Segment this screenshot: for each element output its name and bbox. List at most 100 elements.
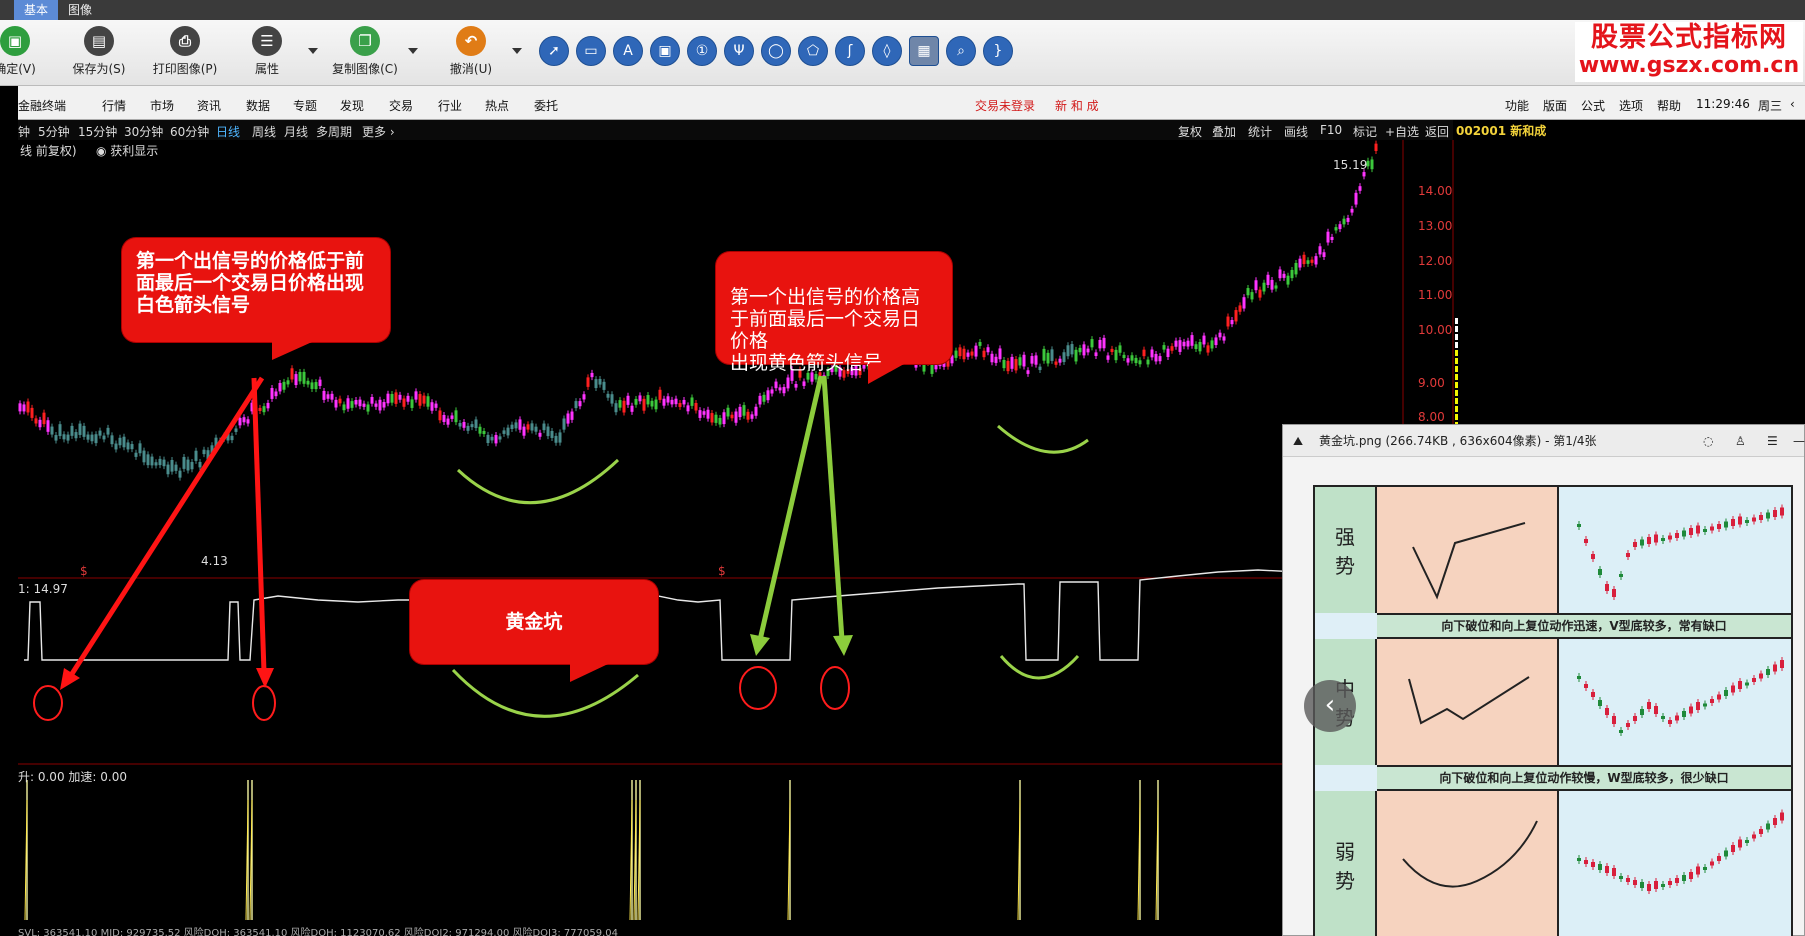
share-icon[interactable]: ◌ — [1703, 425, 1713, 457]
menu-data[interactable]: 数据 — [246, 97, 270, 114]
candle-body — [1250, 292, 1254, 300]
previous-image-button[interactable]: ‹ — [1304, 680, 1356, 732]
overlay-button[interactable]: 叠加 — [1212, 123, 1236, 140]
text-tool-icon[interactable]: A — [613, 36, 643, 66]
period-30min[interactable]: 30分钟 — [124, 123, 163, 140]
tab-basic[interactable]: 基本 — [14, 0, 59, 20]
mini-body — [1745, 840, 1749, 843]
menu-terminal[interactable]: 金融终端 — [18, 97, 66, 114]
candle-body — [674, 398, 678, 405]
menu-industry[interactable]: 行业 — [438, 97, 462, 114]
login-status[interactable]: 交易未登录 — [975, 97, 1035, 114]
candle-body — [1310, 259, 1314, 263]
menu-entrust[interactable]: 委托 — [534, 97, 558, 114]
arrow-tool-icon[interactable]: ➚ — [539, 36, 569, 66]
candle-body — [658, 389, 662, 400]
period-multi[interactable]: 多周期 — [316, 123, 352, 140]
properties-button[interactable]: ☰ 属性 — [232, 26, 302, 77]
collapse-icon[interactable]: ‹ — [1790, 97, 1795, 111]
candle-body — [26, 401, 30, 413]
candle-body — [338, 398, 342, 404]
callout-right-tail — [868, 364, 904, 384]
period-5min[interactable]: 5分钟 — [38, 123, 70, 140]
period-daily[interactable]: 日线 — [216, 123, 240, 140]
menu-layout[interactable]: 版面 — [1543, 97, 1567, 114]
stats-button[interactable]: 统计 — [1248, 123, 1272, 140]
menu-function[interactable]: 功能 — [1505, 97, 1529, 114]
candle-body — [958, 347, 962, 357]
mosaic-tool-icon[interactable]: ▦ — [909, 36, 939, 66]
candle-body — [986, 347, 990, 353]
menu-quotes[interactable]: 行情 — [102, 97, 126, 114]
menu-help[interactable]: 帮助 — [1657, 97, 1681, 114]
minimize-icon[interactable]: — — [1793, 425, 1805, 457]
menu-topics[interactable]: 专题 — [293, 97, 317, 114]
mini-body — [1612, 868, 1616, 876]
candle-body — [1262, 282, 1266, 292]
number-tool-icon[interactable]: ① — [687, 36, 717, 66]
signal-marker-2: $ — [718, 564, 726, 578]
profit-toggle[interactable]: ◉ 获利显示 — [96, 142, 158, 159]
save-check-icon: ▣ — [0, 26, 30, 56]
properties-dropdown-icon[interactable] — [308, 48, 318, 54]
brace-tool-icon[interactable]: } — [983, 36, 1013, 66]
candle-body — [426, 396, 430, 407]
period-monthly[interactable]: 月线 — [284, 123, 308, 140]
callout-tool-icon[interactable]: ▣ — [650, 36, 680, 66]
shirt-icon[interactable]: ♙ — [1735, 425, 1746, 457]
blur-tool-icon[interactable]: ◊ — [872, 36, 902, 66]
candle-body — [90, 434, 94, 442]
period-weekly[interactable]: 周线 — [252, 123, 276, 140]
image-viewer-window[interactable]: ⛰ 黄金坑.png (266.74KB , 636x604像素) - 第1/4张… — [1282, 424, 1805, 936]
period-more[interactable]: 更多 › — [362, 123, 395, 140]
back-button[interactable]: 返回 — [1425, 123, 1449, 140]
copy-dropdown-icon[interactable] — [408, 48, 418, 54]
candle-body — [642, 398, 646, 411]
confirm-button[interactable]: ▣ 确定(V) — [0, 26, 50, 77]
undo-dropdown-icon[interactable] — [512, 48, 522, 54]
candle-body — [1326, 231, 1330, 243]
ellipse-tool-icon[interactable]: ◯ — [761, 36, 791, 66]
add-watchlist-button[interactable]: +自选 — [1385, 123, 1419, 140]
candle-body — [442, 414, 446, 422]
save-as-button[interactable]: ▤ 保存为(S) — [64, 26, 134, 77]
menu-news[interactable]: 资讯 — [197, 97, 221, 114]
rectangle-tool-icon[interactable]: ▭ — [576, 36, 606, 66]
menu-icon[interactable]: ☰ — [1767, 425, 1778, 457]
menu-hot[interactable]: 热点 — [485, 97, 509, 114]
period-60min[interactable]: 60分钟 — [170, 123, 209, 140]
candle-body — [978, 341, 982, 346]
candle-body — [170, 459, 174, 472]
draw-button[interactable]: 画线 — [1284, 123, 1308, 140]
marker-tool-icon[interactable]: Ψ — [724, 36, 754, 66]
f10-button[interactable]: F10 — [1320, 123, 1342, 137]
period-min[interactable]: 钟 — [18, 123, 30, 140]
menu-market[interactable]: 市场 — [150, 97, 174, 114]
candle-body — [234, 428, 238, 432]
candle-body — [362, 403, 366, 407]
menu-discover[interactable]: 发现 — [340, 97, 364, 114]
print-image-button[interactable]: ⎙ 打印图像(P) — [150, 26, 220, 77]
tab-image[interactable]: 图像 — [58, 0, 102, 20]
candle-body — [762, 394, 766, 402]
period-15min[interactable]: 15分钟 — [78, 123, 117, 140]
polygon-tool-icon[interactable]: ⬠ — [798, 36, 828, 66]
zoom-tool-icon[interactable]: ⌕ — [946, 36, 976, 66]
red-arrowhead-1 — [60, 668, 80, 690]
adj-button[interactable]: 复权 — [1178, 123, 1202, 140]
menu-formula[interactable]: 公式 — [1581, 97, 1605, 114]
candle-body — [18, 403, 22, 412]
candle-body — [814, 374, 818, 380]
copy-image-button[interactable]: ❐ 复制图像(C) — [330, 26, 400, 77]
menu-options[interactable]: 选项 — [1619, 97, 1643, 114]
mark-button[interactable]: 标记 — [1353, 123, 1377, 140]
candle-body — [1278, 269, 1282, 279]
mini-body — [1738, 681, 1742, 689]
undo-button[interactable]: ↶ 撤消(U) — [436, 26, 506, 77]
candle-body — [1154, 353, 1158, 362]
candle-body — [22, 404, 26, 412]
curve-tool-icon[interactable]: ʃ — [835, 36, 865, 66]
mini-body — [1759, 673, 1763, 679]
menu-trade[interactable]: 交易 — [389, 97, 413, 114]
candle-body — [266, 402, 270, 409]
